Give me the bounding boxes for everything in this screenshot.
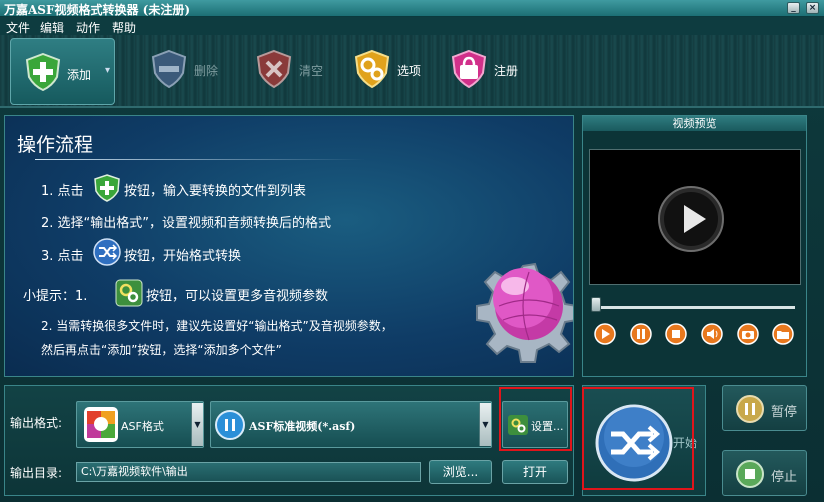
output-format-label: 输出格式: (10, 416, 63, 430)
video-preview-panel: 视频预览 (582, 115, 807, 377)
step1-text-b: 按钮，输入要转换的文件到列表 (124, 184, 307, 199)
browse-button[interactable]: 浏览... (429, 460, 492, 484)
options-button[interactable]: 选项 (353, 49, 433, 89)
add-shield-icon (25, 53, 61, 91)
stop-icon[interactable] (665, 323, 687, 345)
stop-label: 停止 (771, 470, 798, 485)
stop-button[interactable]: 停止 (722, 450, 807, 496)
settings-button[interactable]: 设置... (502, 401, 568, 448)
options-gear-icon (354, 49, 390, 89)
gear-icon (508, 415, 528, 435)
window-title: 万嘉ASF视频格式转换器 (未注册) (4, 3, 191, 17)
add-label: 添加 (67, 68, 92, 82)
pause-icon[interactable] (630, 323, 652, 345)
tip1-text: 按钮，可以设置更多音视频参数 (146, 289, 329, 304)
add-button[interactable]: 添加 ▾ (10, 38, 115, 105)
title-divider (35, 159, 365, 160)
seek-track[interactable] (595, 306, 795, 309)
app-window: 万嘉ASF视频格式转换器 (未注册) _ × 文件 编辑 动作 帮助 添加 ▾ … (0, 0, 824, 502)
clear-shield-icon (256, 49, 292, 89)
open-button[interactable]: 打开 (502, 460, 568, 484)
menu-edit[interactable]: 编辑 (40, 19, 64, 36)
gear-globe-logo (476, 262, 573, 363)
process-title: 操作流程 (17, 134, 94, 156)
clear-label: 清空 (299, 64, 324, 78)
clear-button[interactable]: 清空 (255, 49, 335, 89)
add-shield-icon (94, 174, 120, 202)
options-label: 选项 (397, 64, 422, 78)
pause-label: 暂停 (771, 405, 798, 420)
play-icon[interactable] (594, 323, 616, 345)
chevron-down-icon[interactable]: ▾ (105, 65, 110, 76)
delete-label: 删除 (194, 64, 219, 78)
register-button[interactable]: 注册 (450, 49, 530, 89)
menu-help[interactable]: 帮助 (112, 19, 136, 36)
profile-value: ASF标准视频(*.asf) (249, 420, 356, 433)
profile-dropdown-arrow[interactable]: ▼ (479, 403, 491, 446)
convert-icon (595, 404, 673, 482)
volume-icon[interactable] (701, 323, 723, 345)
convert-icon (93, 238, 121, 266)
camera-icon[interactable] (737, 323, 759, 345)
menu-action[interactable]: 动作 (76, 19, 100, 36)
tip2-line2: 然后再点击“添加”按钮，选择“添加多个文件” (41, 343, 282, 357)
play-icon[interactable] (657, 185, 725, 253)
profile-pause-icon (215, 410, 245, 440)
preview-title: 视频预览 (583, 116, 806, 131)
output-settings-panel: 输出格式: ASF格式 ▼ ASF标准视频(*.asf) ▼ 设置... 输出目… (4, 385, 574, 496)
step2-text: 2. 选择“输出格式”，设置视频和音频转换后的格式 (41, 216, 332, 231)
menu-bar: 文件 编辑 动作 帮助 (0, 17, 824, 35)
delete-shield-icon (151, 49, 187, 89)
seek-handle[interactable] (591, 297, 601, 312)
tip-label: 小提示：1. (23, 289, 88, 304)
register-label: 注册 (494, 64, 519, 78)
settings-label: 设置... (531, 420, 564, 433)
profile-select[interactable]: ASF标准视频(*.asf) ▼ (210, 401, 492, 448)
toolbar: 添加 ▾ 删除 清空 选项 注册 (0, 35, 824, 108)
close-button[interactable]: × (806, 2, 819, 14)
start-convert-button[interactable]: 开始 (582, 385, 706, 496)
preview-screen (589, 149, 801, 285)
format-value: ASF格式 (121, 420, 164, 433)
output-dir-field[interactable]: C:\万嘉视频软件\输出 (76, 462, 421, 482)
settings-gear-icon (115, 279, 143, 307)
step1-text-a: 1. 点击 (41, 184, 84, 199)
folder-icon[interactable] (772, 323, 794, 345)
register-bag-icon (451, 49, 487, 89)
minimize-button[interactable]: _ (787, 2, 800, 14)
start-label: 开始 (673, 436, 698, 450)
menu-file[interactable]: 文件 (6, 19, 30, 36)
step3-text-a: 3. 点击 (41, 249, 84, 264)
format-logo-icon (84, 407, 118, 442)
tip2-line1: 2. 当需转换很多文件时，建议先设置好“输出格式”及音视频参数， (41, 319, 393, 333)
format-select[interactable]: ASF格式 ▼ (76, 401, 204, 448)
pause-icon (736, 395, 764, 423)
output-dir-label: 输出目录: (10, 466, 63, 480)
pause-button[interactable]: 暂停 (722, 385, 807, 431)
process-panel: 操作流程 1. 点击 按钮，输入要转换的文件到列表 2. 选择“输出格式”，设置… (4, 115, 574, 377)
title-bar: 万嘉ASF视频格式转换器 (未注册) _ × (0, 0, 824, 17)
stop-icon (736, 460, 764, 488)
delete-button[interactable]: 删除 (150, 49, 230, 89)
format-dropdown-arrow[interactable]: ▼ (191, 403, 203, 446)
step3-text-b: 按钮，开始格式转换 (124, 249, 242, 264)
